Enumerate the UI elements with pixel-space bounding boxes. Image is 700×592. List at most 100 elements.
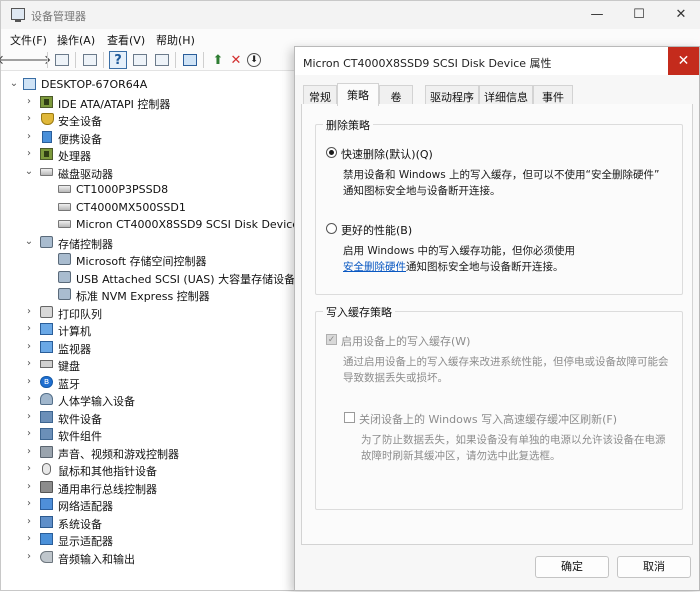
tree-item-usb[interactable]: › 通用串行总线控制器 <box>1 479 301 496</box>
update-driver-button[interactable]: ⬆ <box>209 51 227 69</box>
uninstall-device-button[interactable]: ✕ <box>227 51 245 69</box>
show-hide-console-tree-button[interactable] <box>53 51 71 69</box>
show-hidden-button[interactable] <box>153 51 171 69</box>
disk-drive-icon <box>58 185 71 193</box>
tree-item-audio-io[interactable]: › 音频输入和输出 <box>1 549 301 566</box>
enable-write-caching-checkbox[interactable]: ✓ <box>326 334 337 345</box>
chevron-down-icon[interactable]: ⌄ <box>23 235 35 249</box>
quick-removal-radio[interactable] <box>326 147 337 158</box>
chevron-right-icon[interactable]: › <box>23 497 35 511</box>
chevron-right-icon[interactable]: › <box>23 322 35 336</box>
tree-item-disk[interactable]: CT4000MX500SSD1 <box>1 199 301 216</box>
properties-icon <box>83 54 97 66</box>
better-performance-description-tail: 通知图标安全地与设备断开连接。 <box>406 261 564 273</box>
tree-item-disk-selected[interactable]: Micron CT4000X8SSD9 SCSI Disk Device <box>1 216 301 233</box>
chevron-down-icon[interactable]: ⌄ <box>23 165 35 179</box>
chevron-right-icon[interactable]: › <box>23 305 35 319</box>
mouse-icon <box>42 463 51 475</box>
menu-view[interactable]: 查看(V) <box>107 32 145 48</box>
chevron-right-icon[interactable]: › <box>23 427 35 441</box>
chevron-right-icon[interactable]: › <box>23 357 35 371</box>
tree-item-hid[interactable]: › 人体学输入设备 <box>1 391 301 408</box>
tree-item-storage-controllers[interactable]: ⌄ 存储控制器 <box>1 234 301 251</box>
minimize-button[interactable]: — <box>577 5 617 25</box>
tree-item-label: 磁盘驱动器 <box>58 168 113 181</box>
tree-item-software-devices[interactable]: › 软件设备 <box>1 409 301 426</box>
write-caching-group: 写入缓存策略 ✓ 启用设备上的写入缓存(W) 通过启用设备上的写入缓存来改进系统… <box>315 304 683 510</box>
tree-item-label: Microsoft 存储空间控制器 <box>76 255 207 268</box>
tree-item-controller[interactable]: Microsoft 存储空间控制器 <box>1 251 301 268</box>
tree-item-label: 安全设备 <box>58 115 102 128</box>
tab-driver[interactable]: 驱动程序 <box>425 85 479 105</box>
chevron-right-icon[interactable]: › <box>23 340 35 354</box>
tree-item-security[interactable]: › 安全设备 <box>1 111 301 128</box>
tree-item-computer[interactable]: › 计算机 <box>1 321 301 338</box>
chevron-right-icon[interactable]: › <box>23 550 35 564</box>
chevron-down-icon[interactable]: ⌄ <box>8 77 20 91</box>
scan-hardware-button[interactable] <box>181 51 199 69</box>
security-device-icon <box>41 113 54 125</box>
tab-details[interactable]: 详细信息 <box>479 85 533 105</box>
tree-item-software-components[interactable]: › 软件组件 <box>1 426 301 443</box>
safely-remove-hardware-link[interactable]: 安全删除硬件 <box>343 261 406 273</box>
better-performance-label[interactable]: 更好的性能(B) <box>341 222 412 238</box>
better-performance-radio[interactable] <box>326 223 337 234</box>
tree-item-display-adapters[interactable]: › 显示适配器 <box>1 531 301 548</box>
tree-item-label: 声音、视频和游戏控制器 <box>58 448 179 461</box>
tree-item-mice[interactable]: › 鼠标和其他指针设备 <box>1 461 301 478</box>
tree-item-system-devices[interactable]: › 系统设备 <box>1 514 301 531</box>
chevron-right-icon[interactable]: › <box>23 130 35 144</box>
action-pane-button[interactable] <box>131 51 149 69</box>
tree-item-keyboards[interactable]: › 键盘 <box>1 356 301 373</box>
quick-removal-label[interactable]: 快速删除(默认)(Q) <box>341 146 433 162</box>
turn-off-buffer-flushing-label[interactable]: 关闭设备上的 Windows 写入高速缓存缓冲区刷新(F) <box>359 411 617 427</box>
dialog-close-button[interactable]: ✕ <box>668 47 699 75</box>
tab-events[interactable]: 事件 <box>533 85 573 105</box>
properties-button[interactable] <box>81 51 99 69</box>
tree-item-controller[interactable]: USB Attached SCSI (UAS) 大容量存储设备 <box>1 269 301 286</box>
chevron-right-icon[interactable]: › <box>23 480 35 494</box>
tree-item-label: 计算机 <box>58 325 91 338</box>
tree-item-portable[interactable]: › 便携设备 <box>1 129 301 146</box>
tab-policies[interactable]: 策略 <box>337 83 379 106</box>
chevron-right-icon[interactable]: › <box>23 375 35 389</box>
tree-item-label: 监视器 <box>58 343 91 356</box>
chevron-right-icon[interactable]: › <box>23 410 35 424</box>
turn-off-buffer-flushing-checkbox[interactable] <box>344 412 355 423</box>
printer-icon <box>40 306 53 318</box>
tree-item-print-queue[interactable]: › 打印队列 <box>1 304 301 321</box>
tree-item-network[interactable]: › 网络适配器 <box>1 496 301 513</box>
help-button[interactable]: ? <box>109 51 127 69</box>
chevron-right-icon[interactable]: › <box>23 112 35 126</box>
tree-item-sound[interactable]: › 声音、视频和游戏控制器 <box>1 444 301 461</box>
maximize-button[interactable]: ☐ <box>619 5 659 25</box>
menu-action[interactable]: 操作(A) <box>57 32 95 48</box>
cancel-button[interactable]: 取消 <box>617 556 691 578</box>
ok-button[interactable]: 确定 <box>535 556 609 578</box>
tree-item-monitors[interactable]: › 监视器 <box>1 339 301 356</box>
enable-write-caching-label[interactable]: 启用设备上的写入缓存(W) <box>341 333 470 349</box>
disable-device-button[interactable]: ⬇ <box>247 53 261 67</box>
tree-item-processor[interactable]: › 处理器 <box>1 146 301 163</box>
chevron-right-icon[interactable]: › <box>23 392 35 406</box>
menu-help[interactable]: 帮助(H) <box>156 32 195 48</box>
tree-item-disk-drives[interactable]: ⌄ 磁盘驱动器 <box>1 164 301 181</box>
tree-item-disk[interactable]: CT1000P3PSSD8 <box>1 181 301 198</box>
tree-item-ide[interactable]: › IDE ATA/ATAPI 控制器 <box>1 94 301 111</box>
tree-item-label: 软件设备 <box>58 413 102 426</box>
chevron-right-icon[interactable]: › <box>23 445 35 459</box>
chevron-right-icon[interactable]: › <box>23 147 35 161</box>
chevron-right-icon[interactable]: › <box>23 532 35 546</box>
forward-button[interactable]: 🡒 <box>17 51 52 69</box>
tree-item-controller[interactable]: 标准 NVM Express 控制器 <box>1 286 301 303</box>
disk-drive-icon <box>58 203 71 211</box>
chevron-right-icon[interactable]: › <box>23 462 35 476</box>
chevron-right-icon[interactable]: › <box>23 515 35 529</box>
menu-file[interactable]: 文件(F) <box>10 32 47 48</box>
tab-volumes[interactable]: 卷 <box>379 85 413 105</box>
close-window-button[interactable]: ✕ <box>661 5 700 25</box>
tree-root[interactable]: ⌄ DESKTOP-67OR64A <box>1 76 301 93</box>
chevron-right-icon[interactable]: › <box>23 95 35 109</box>
tab-general[interactable]: 常规 <box>303 85 337 105</box>
tree-item-bluetooth[interactable]: › ʙ 蓝牙 <box>1 374 301 391</box>
